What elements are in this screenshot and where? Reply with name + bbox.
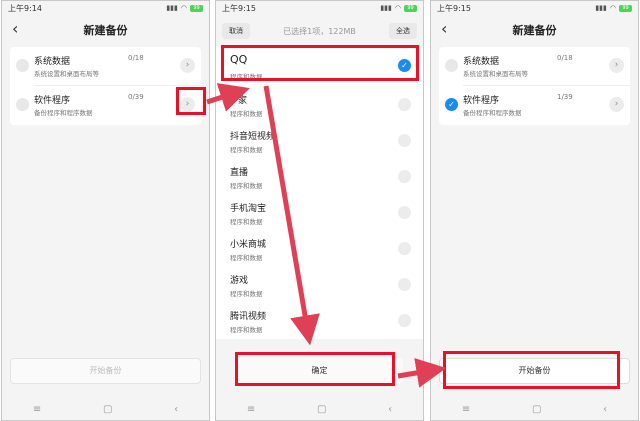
annotation-arrows: [206, 83, 447, 388]
arrow-to-start: [397, 358, 447, 388]
arrow-to-confirm: [263, 85, 320, 346]
arrow-to-qq: [206, 83, 250, 112]
